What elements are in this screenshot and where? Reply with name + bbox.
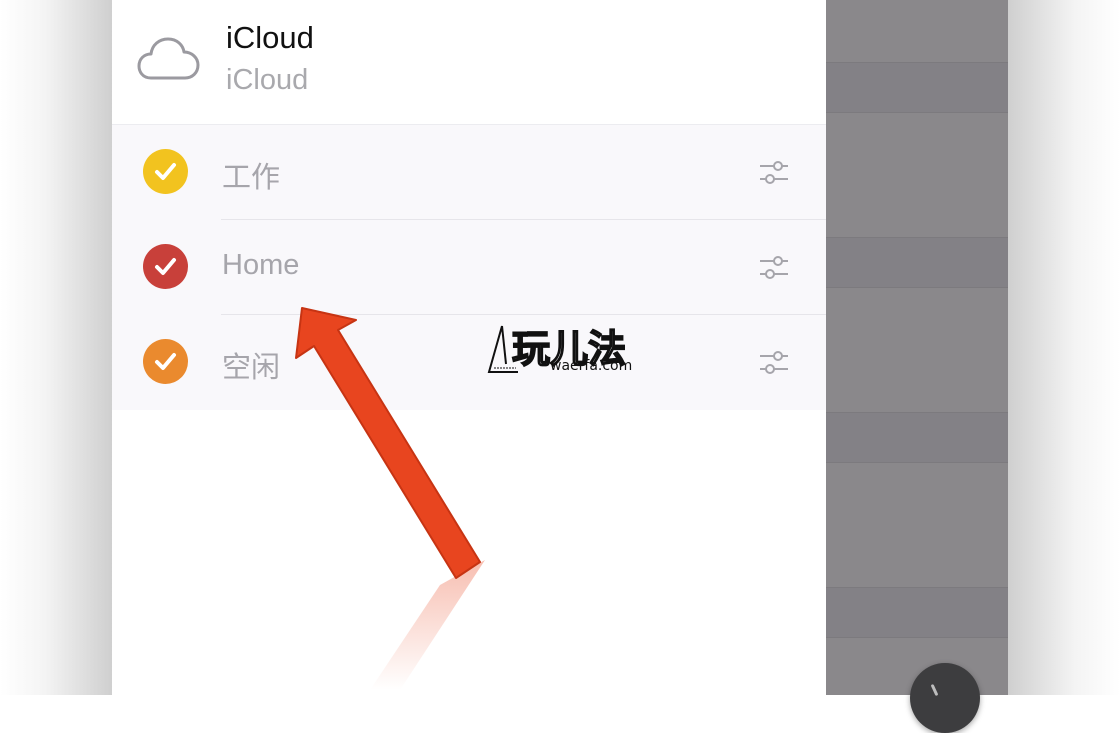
calendar-row-work[interactable]: 工作 <box>112 125 826 220</box>
account-title: iCloud <box>226 20 314 55</box>
checkmark-icon[interactable] <box>143 339 188 384</box>
calendar-label: Home <box>222 249 300 281</box>
cloud-icon <box>137 37 200 80</box>
left-margin <box>0 0 112 695</box>
right-margin <box>1008 0 1120 695</box>
checkmark-icon[interactable] <box>143 149 188 194</box>
background-divider <box>826 62 1008 63</box>
sliders-icon[interactable] <box>759 252 789 282</box>
background-divider <box>826 287 1008 288</box>
sliders-icon[interactable] <box>759 347 789 377</box>
account-header[interactable]: iCloud iCloud <box>112 0 826 124</box>
background-divider <box>826 462 1008 463</box>
account-subtitle: iCloud <box>226 64 309 96</box>
watermark-url: waerfa.com <box>550 358 633 374</box>
calendar-drawer: iCloud iCloud 工作 Home 空闲 <box>112 0 826 695</box>
background-row <box>826 587 1008 637</box>
watermark: 玩儿法 waerfa.com <box>486 318 646 378</box>
calendar-list: 工作 Home 空闲 <box>112 124 826 410</box>
checkmark-icon[interactable] <box>143 244 188 289</box>
background-divider <box>826 237 1008 238</box>
background-divider <box>826 637 1008 638</box>
background-divider <box>826 412 1008 413</box>
background-divider <box>826 587 1008 588</box>
floating-action-button[interactable] <box>910 663 980 733</box>
calendar-label: 空闲 <box>222 352 281 384</box>
calendar-row-home[interactable]: Home <box>112 220 826 315</box>
calendar-row-free[interactable]: 空闲 <box>112 315 826 410</box>
background-row <box>826 62 1008 112</box>
background-row <box>826 412 1008 462</box>
background-divider <box>826 112 1008 113</box>
sliders-icon[interactable] <box>759 157 789 187</box>
calendar-label: 工作 <box>222 162 281 194</box>
background-row <box>826 237 1008 287</box>
